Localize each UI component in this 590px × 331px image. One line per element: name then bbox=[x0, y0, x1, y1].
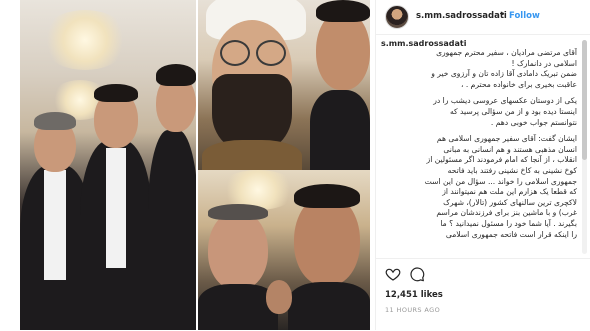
post-timestamp: 11 HOURS AGO bbox=[385, 306, 441, 314]
person-robe bbox=[202, 140, 302, 170]
like-count[interactable]: 12,451 likes bbox=[385, 290, 443, 300]
person-hair bbox=[156, 64, 196, 86]
caption-line: را اینکه قرار است فاتحه جمهوری اسلامی bbox=[445, 229, 577, 239]
caption-line: اسلامی در دانمارک ! bbox=[511, 58, 577, 68]
caption-text: آقای مرتضی مرادیان ، سفیر محترم جمهوری اس… bbox=[381, 48, 577, 240]
caption-line: جمهوری اسلامی را خواند ... سؤال من این ا… bbox=[424, 176, 577, 186]
person-suit bbox=[148, 130, 196, 330]
person-hair bbox=[34, 112, 76, 130]
person-face bbox=[266, 280, 292, 314]
caption-line: لاکچری ترین سالنهای کشور (تالار)، شهرک bbox=[443, 197, 577, 207]
person-hair bbox=[316, 0, 370, 22]
caption-scrollbar[interactable] bbox=[582, 40, 587, 254]
person-face bbox=[208, 210, 268, 290]
person-shirt bbox=[106, 148, 126, 268]
post-actions: 12,451 likes 11 HOURS AGO bbox=[376, 258, 590, 331]
chandelier-light bbox=[40, 10, 130, 70]
person-suit bbox=[310, 90, 370, 170]
glasses bbox=[256, 40, 286, 66]
caption-line: آقای مرتضی مرادیان ، سفیر محترم جمهوری bbox=[436, 48, 577, 57]
instagram-post: s.mm.sadrossadati • Follow s.mm.sadrossa… bbox=[0, 0, 590, 330]
separator-dot: • bbox=[500, 10, 506, 20]
selfie-photo-bottom[interactable] bbox=[198, 170, 370, 330]
caption-line: ایشان گفت: آقای سفیر جمهوری اسلامی هم bbox=[436, 134, 577, 144]
person-hair bbox=[208, 204, 268, 220]
glasses bbox=[220, 40, 250, 66]
comment-icon[interactable] bbox=[409, 266, 425, 282]
person-shirt bbox=[44, 170, 66, 280]
caption-line: انسان مذهبی هستند و هم انسانی به مبانی bbox=[443, 144, 577, 154]
caption-line: که قطعا یک هزارم این ملت هم نمیتوانند از bbox=[442, 187, 577, 197]
follow-button[interactable]: Follow bbox=[509, 11, 540, 21]
caption-line: عاقبت بخیری برای خانواده محترم . ، bbox=[460, 79, 577, 89]
person-face bbox=[316, 10, 370, 90]
post-panel: s.mm.sadrossadati • Follow s.mm.sadrossa… bbox=[375, 0, 590, 330]
caption-username[interactable]: s.mm.sadrossadati bbox=[381, 39, 577, 48]
caption-line: نتوانستم جواب خوبی دهم . bbox=[490, 117, 577, 127]
person-hair bbox=[294, 184, 360, 208]
caption-line: کوخ نشینی به کاخ نشینی رفتند باید فاتحه bbox=[447, 165, 577, 175]
person-hair bbox=[94, 84, 138, 102]
caption-line: یکی از دوستان عکسهای عروسی دیشب را در bbox=[433, 96, 577, 106]
post-header: s.mm.sadrossadati • Follow bbox=[376, 0, 590, 35]
selfie-photo-top[interactable] bbox=[198, 0, 370, 170]
caption: s.mm.sadrossadati آقای مرتضی مرادیان ، س… bbox=[381, 39, 577, 257]
caption-line: غرب) و با ماشین بنز برای فرزندشان مراسم bbox=[436, 208, 577, 218]
caption-line: ضمن تبریک دامادی آقا زاده تان و آرزوی خی… bbox=[431, 69, 577, 79]
person-suit bbox=[288, 282, 370, 330]
wedding-photo-left[interactable] bbox=[20, 0, 196, 330]
heart-icon[interactable] bbox=[385, 266, 401, 282]
avatar[interactable] bbox=[385, 5, 409, 29]
caption-line: اینستا دیده بود و از من سؤالی پرسید که bbox=[449, 106, 577, 116]
scrollbar-thumb[interactable] bbox=[582, 40, 587, 160]
caption-line: انقلاب ، از آنجا که امام فرمودند اگر مسئ… bbox=[426, 155, 577, 165]
username-link[interactable]: s.mm.sadrossadati bbox=[416, 11, 507, 21]
caption-line: بگیرند . آیا شما خود را مسئول نمیدانید ؟… bbox=[440, 218, 577, 228]
